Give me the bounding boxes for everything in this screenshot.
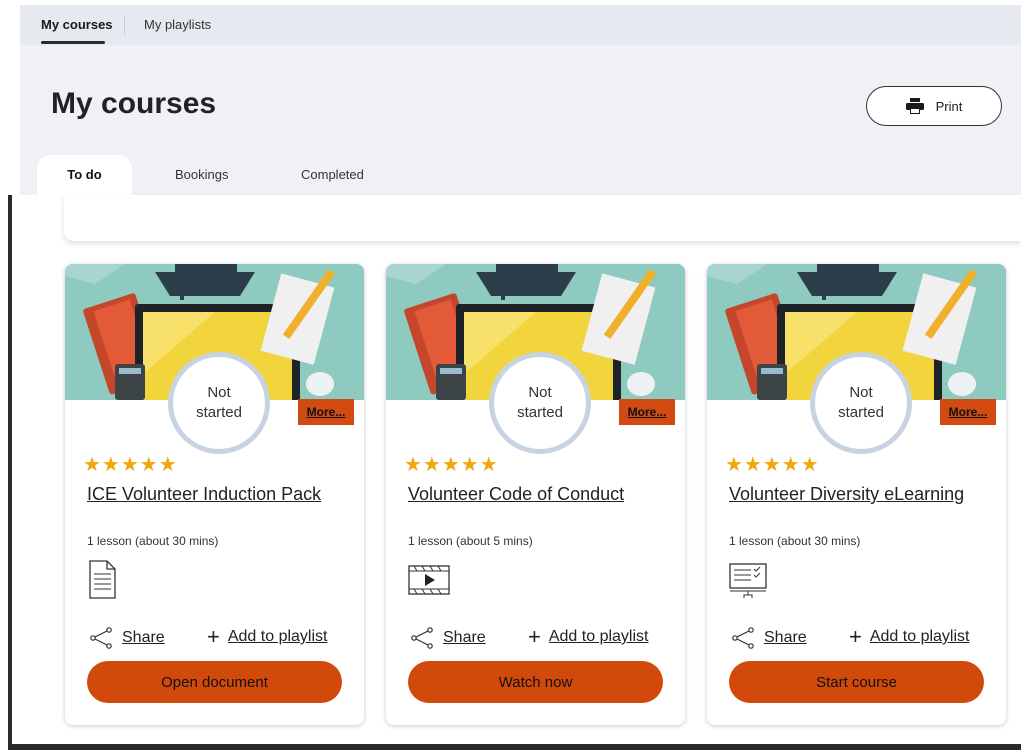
course-title-link[interactable]: ICE Volunteer Induction Pack <box>87 484 321 505</box>
status-indicator: Not started <box>810 352 912 454</box>
course-card: Not started More... ★★★★★ Volunteer Code… <box>386 264 685 725</box>
status-line-1: Not <box>528 384 552 401</box>
active-tab-underline <box>41 41 105 44</box>
video-icon <box>408 565 450 595</box>
lesson-info: 1 lesson (about 5 mins) <box>408 534 533 548</box>
start-course-button[interactable]: Start course <box>729 661 984 703</box>
plus-icon: + <box>849 624 862 649</box>
rating-stars: ★★★★★ <box>83 454 178 476</box>
open-document-button[interactable]: Open document <box>87 661 342 703</box>
status-line-2: started <box>838 404 884 421</box>
share-link[interactable]: Share <box>731 627 807 649</box>
course-card: Not started More... ★★★★★ ICE Volunteer … <box>65 264 364 725</box>
share-icon <box>732 627 754 649</box>
window-bottom-edge <box>8 744 1021 750</box>
add-to-playlist-label: Add to playlist <box>227 628 328 645</box>
add-to-playlist-label: Add to playlist <box>548 628 649 645</box>
tab-completed[interactable]: Completed <box>301 155 364 195</box>
more-button[interactable]: More... <box>619 399 675 425</box>
more-button[interactable]: More... <box>940 399 996 425</box>
add-to-playlist-link[interactable]: + Add to playlist <box>528 624 649 649</box>
status-indicator: Not started <box>489 352 591 454</box>
add-to-playlist-link[interactable]: + Add to playlist <box>849 624 970 649</box>
tab-to-do[interactable]: To do <box>37 155 132 195</box>
page-title: My courses <box>51 87 217 120</box>
course-card: Not started More... ★★★★★ Volunteer Dive… <box>707 264 1006 725</box>
document-icon <box>89 560 116 599</box>
share-label: Share <box>122 629 165 646</box>
status-line-1: Not <box>849 384 873 401</box>
status-line-2: started <box>517 404 563 421</box>
more-button[interactable]: More... <box>298 399 354 425</box>
share-label: Share <box>443 629 486 646</box>
rating-stars: ★★★★★ <box>725 454 820 476</box>
filter-strip <box>64 195 1021 241</box>
lesson-info: 1 lesson (about 30 mins) <box>729 534 861 548</box>
nav-tab-my-playlists[interactable]: My playlists <box>144 5 211 45</box>
add-to-playlist-link[interactable]: + Add to playlist <box>207 624 328 649</box>
status-indicator: Not started <box>168 352 270 454</box>
course-title-link[interactable]: Volunteer Code of Conduct <box>408 484 624 505</box>
page-header: My courses Print To do Bookings Complete… <box>20 45 1021 195</box>
share-link[interactable]: Share <box>89 627 165 649</box>
plus-icon: + <box>528 624 541 649</box>
share-icon <box>90 627 112 649</box>
print-label: Print <box>935 98 963 114</box>
tab-bookings[interactable]: Bookings <box>175 155 228 195</box>
rating-stars: ★★★★★ <box>404 454 499 476</box>
share-link[interactable]: Share <box>410 627 486 649</box>
lesson-info: 1 lesson (about 30 mins) <box>87 534 219 548</box>
print-button[interactable]: Print <box>866 86 1002 126</box>
window-left-edge <box>8 195 12 750</box>
nav-tab-my-courses[interactable]: My courses <box>41 5 113 45</box>
top-nav: My courses My playlists <box>20 5 1021 45</box>
elearning-icon <box>729 563 767 598</box>
status-line-2: started <box>196 404 242 421</box>
watch-now-button[interactable]: Watch now <box>408 661 663 703</box>
add-to-playlist-label: Add to playlist <box>869 628 970 645</box>
share-label: Share <box>764 629 807 646</box>
status-line-1: Not <box>207 384 231 401</box>
printer-icon <box>905 98 924 114</box>
nav-divider <box>124 17 125 35</box>
plus-icon: + <box>207 624 220 649</box>
share-icon <box>411 627 433 649</box>
course-title-link[interactable]: Volunteer Diversity eLearning <box>729 484 964 505</box>
